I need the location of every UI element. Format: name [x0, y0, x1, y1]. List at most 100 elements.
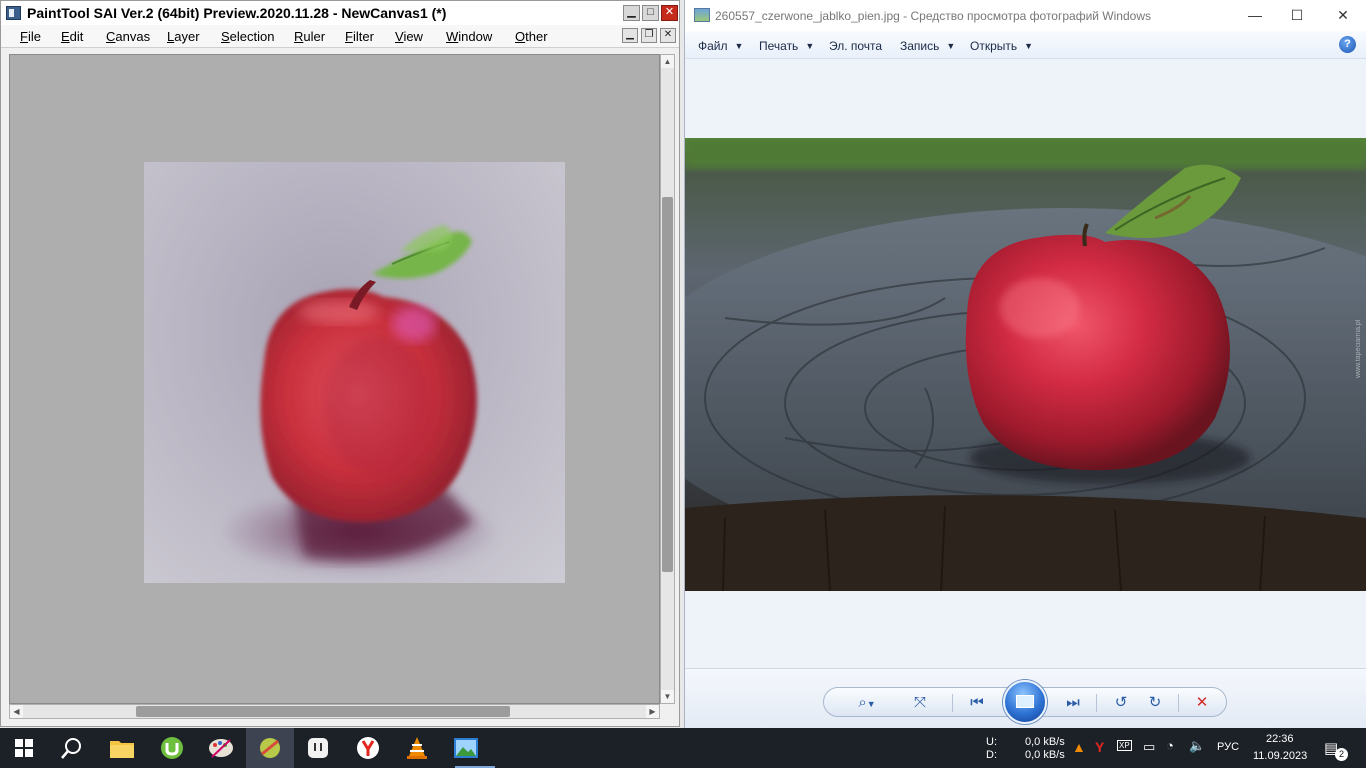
- viewer-window-title: 260557_czerwone_jablko_pien.jpg - Средст…: [715, 9, 1151, 23]
- language-indicator[interactable]: РУС: [1217, 741, 1239, 753]
- timer-app-icon[interactable]: [303, 733, 333, 763]
- sai-maximize-button[interactable]: □: [642, 5, 659, 21]
- zoom-glyph: ⌕: [858, 694, 867, 711]
- net-down-speed: 0,0 kB/s: [1025, 749, 1065, 761]
- photo-watermark: www.tapeciarnia.pl: [1355, 319, 1362, 379]
- menu-canvas[interactable]: Canvas: [106, 29, 150, 44]
- clock-time[interactable]: 22:36: [1266, 733, 1294, 745]
- windows-logo-icon: [15, 739, 33, 757]
- canvas-close-button[interactable]: ✕: [660, 28, 676, 43]
- apple-photo[interactable]: www.tapeciarnia.pl: [685, 138, 1366, 591]
- image-file-icon: [694, 8, 710, 22]
- menu-file[interactable]: File: [20, 29, 41, 44]
- canvas-minimize-button[interactable]: ▁: [622, 28, 638, 43]
- vlc-icon[interactable]: [402, 733, 432, 763]
- chevron-down-icon: ▼: [866, 699, 876, 709]
- canvas-vertical-scrollbar[interactable]: ▲ ▼: [660, 54, 675, 704]
- painttool-sai-taskbar-icon[interactable]: [246, 728, 294, 768]
- utorrent-glyph: [161, 737, 183, 759]
- separator: [1178, 694, 1179, 712]
- wifi-icon[interactable]: ◔: [1166, 738, 1174, 753]
- menu-print-ru-label: Печать: [759, 39, 799, 53]
- rotate-counterclockwise-icon[interactable]: ↺: [1108, 693, 1134, 713]
- search-icon[interactable]: [57, 733, 87, 763]
- rotate-clockwise-icon[interactable]: ↻: [1142, 693, 1168, 713]
- viewer-command-bar: Файл ▼ Печать ▼ Эл. почта Запись ▼ Открыть ▼: [685, 31, 1366, 59]
- viewer-close-button[interactable]: ✕: [1327, 4, 1359, 26]
- folder-glyph: [110, 741, 134, 758]
- menu-burn-ru-label: Запись: [900, 39, 940, 53]
- photo-viewer-taskbar-icon[interactable]: [451, 733, 495, 768]
- paint-app-icon[interactable]: [206, 733, 236, 763]
- start-button[interactable]: [9, 733, 39, 763]
- painted-canvas[interactable]: [144, 162, 565, 583]
- sai-close-button[interactable]: ✕: [661, 5, 678, 21]
- chevron-down-icon: ▼: [946, 41, 956, 51]
- menu-email-ru[interactable]: Эл. почта: [829, 39, 882, 53]
- scroll-left-arrow-icon[interactable]: ◀: [10, 705, 23, 718]
- notification-count-badge: 2: [1335, 748, 1348, 761]
- menu-file-ru-label: Файл: [698, 39, 728, 53]
- magnifier-glyph: [61, 738, 81, 759]
- battery-icon[interactable]: ▭: [1143, 739, 1155, 755]
- menu-layer[interactable]: Layer: [167, 29, 200, 44]
- net-down-label: D:: [986, 749, 997, 761]
- menu-other[interactable]: Other: [515, 29, 548, 44]
- viewer-controls-panel: ⌕▼ ⤧ ⏮ ⏭ ↺ ↻ ✕: [685, 668, 1366, 728]
- viewer-maximize-button[interactable]: ☐: [1281, 4, 1313, 26]
- sai-minimize-button[interactable]: ▁: [623, 5, 640, 21]
- previous-image-icon[interactable]: ⏮: [964, 693, 990, 713]
- canvas-restore-button[interactable]: ❐: [641, 28, 657, 43]
- next-image-icon[interactable]: ⏭: [1060, 693, 1086, 713]
- scroll-up-arrow-icon[interactable]: ▲: [661, 55, 674, 68]
- xp-pen-tray-icon[interactable]: XP: [1117, 740, 1132, 751]
- net-up-label: U:: [986, 736, 997, 748]
- menu-ruler[interactable]: Ruler: [294, 29, 325, 44]
- zoom-icon[interactable]: ⌕▼: [850, 693, 884, 713]
- menu-open-ru-label: Открыть: [970, 39, 1018, 53]
- playback-controls: ⌕▼ ⤧ ⏮ ⏭ ↺ ↻ ✕: [823, 680, 1227, 724]
- separator: [1096, 694, 1097, 712]
- volume-icon[interactable]: 🔈: [1189, 738, 1205, 754]
- help-icon[interactable]: ?: [1339, 36, 1356, 53]
- scroll-right-arrow-icon[interactable]: ▶: [646, 705, 659, 718]
- actual-size-icon[interactable]: ⤧: [907, 693, 933, 713]
- slideshow-button[interactable]: [1003, 680, 1047, 724]
- menu-selection[interactable]: Selection: [221, 29, 274, 44]
- chevron-down-icon: ▼: [734, 41, 744, 51]
- clock-date[interactable]: 11.09.2023: [1253, 750, 1307, 762]
- canvas-horizontal-scrollbar[interactable]: ◀ ▶: [9, 704, 660, 719]
- yandex-browser-icon[interactable]: [353, 733, 383, 763]
- menu-print-ru[interactable]: Печать ▼: [759, 39, 814, 53]
- menu-window[interactable]: Window: [446, 29, 492, 44]
- yandex-glyph: [357, 737, 379, 759]
- sai-title-bar[interactable]: PaintTool SAI Ver.2 (64bit) Preview.2020…: [1, 1, 679, 25]
- menu-file-ru[interactable]: Файл ▼: [698, 39, 743, 53]
- file-explorer-icon[interactable]: [107, 733, 137, 763]
- menu-filter[interactable]: Filter: [345, 29, 374, 44]
- scroll-down-arrow-icon[interactable]: ▼: [661, 690, 674, 703]
- menu-burn-ru[interactable]: Запись ▼: [900, 39, 955, 53]
- yandex-tray-icon[interactable]: Y: [1095, 739, 1104, 755]
- menu-view[interactable]: View: [395, 29, 423, 44]
- viewer-minimize-button[interactable]: —: [1239, 4, 1271, 26]
- viewer-title-bar[interactable]: 260557_czerwone_jablko_pien.jpg - Средст…: [685, 0, 1366, 31]
- desktop: PaintTool SAI Ver.2 (64bit) Preview.2020…: [0, 0, 1366, 768]
- sai-glyph: [260, 738, 280, 758]
- chevron-down-icon: ▼: [1024, 41, 1034, 51]
- image-stage: www.tapeciarnia.pl: [685, 59, 1366, 668]
- vlc-tray-icon[interactable]: ▲: [1072, 739, 1086, 755]
- delete-icon[interactable]: ✕: [1189, 693, 1215, 713]
- apple-on-stump-image: www.tapeciarnia.pl: [685, 138, 1366, 591]
- vlc-cone-glyph: [407, 737, 427, 759]
- menu-edit[interactable]: Edit: [61, 29, 83, 44]
- vertical-scroll-thumb[interactable]: [662, 197, 673, 572]
- canvas-workspace[interactable]: [9, 54, 660, 704]
- sai-menu-bar: File Edit Canvas Layer Selection Ruler F…: [1, 25, 679, 48]
- timer-glyph: [308, 738, 328, 758]
- net-up-speed: 0,0 kB/s: [1025, 736, 1065, 748]
- horizontal-scroll-thumb[interactable]: [136, 706, 510, 717]
- utorrent-icon[interactable]: [157, 733, 187, 763]
- menu-open-ru[interactable]: Открыть ▼: [970, 39, 1033, 53]
- apple-painting: [224, 225, 494, 574]
